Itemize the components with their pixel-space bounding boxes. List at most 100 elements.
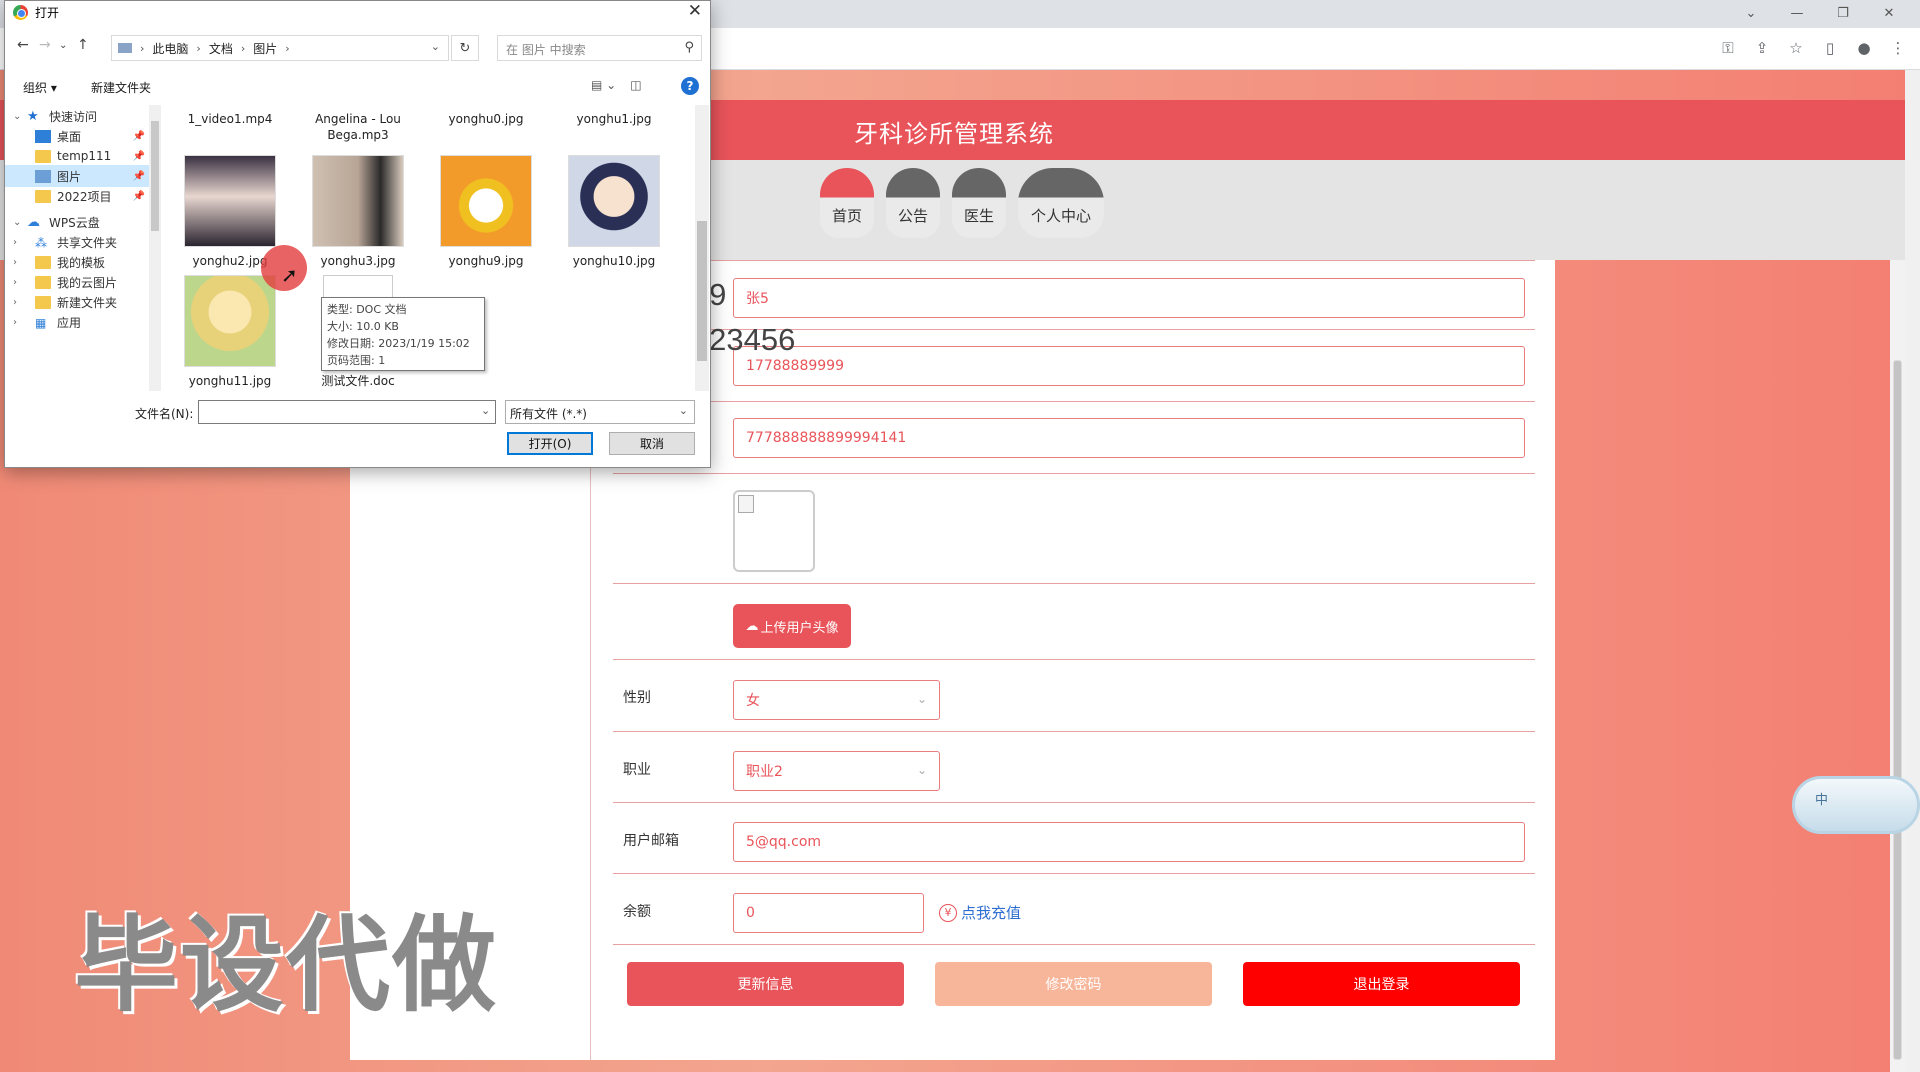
files-scrollbar[interactable] <box>695 105 709 391</box>
file-item[interactable]: yonghu1.jpg <box>559 105 669 127</box>
balance-input[interactable]: 0 <box>733 893 924 933</box>
nav-cloud-pictures[interactable]: › 我的云图片 <box>5 271 151 293</box>
nav-pictures[interactable]: 图片 📌 <box>5 165 151 187</box>
filename-dropdown-icon[interactable]: ⌄ <box>481 404 490 417</box>
up-arrow-icon[interactable]: ↑ <box>77 37 89 53</box>
floating-widget-label: 中 <box>1815 793 1829 808</box>
form-row-job: 职业 职业2 ⌄ <box>613 732 1535 803</box>
recharge-label: 点我充值 <box>961 904 1022 922</box>
chevron-down-icon: ⌄ <box>916 763 927 777</box>
recent-chevron-icon[interactable]: ⌄ <box>59 40 67 51</box>
nav-shared-folder[interactable]: › ⁂ 共享文件夹 <box>5 231 151 253</box>
name-input[interactable]: 张5 <box>733 278 1525 318</box>
pictures-folder-icon <box>35 169 51 183</box>
nav-wps-cloud[interactable]: ⌄ ☁ WPS云盘 <box>5 211 151 233</box>
refresh-icon[interactable]: ↻ <box>451 35 479 61</box>
file-item[interactable]: yonghu10.jpg <box>559 155 669 269</box>
close-icon[interactable]: ✕ <box>688 1 702 21</box>
menu-icon[interactable]: ⋮ <box>1886 36 1910 60</box>
logout-button[interactable]: 退出登录 <box>1243 962 1520 1006</box>
nav-desktop[interactable]: 桌面 📌 <box>5 125 151 147</box>
forward-arrow-icon[interactable]: → <box>39 37 51 53</box>
profile-card: 张5 17788889999 777888888899994141 ☁ 上传用户… <box>590 260 1555 1060</box>
cloud-icon: ☁ <box>27 214 40 230</box>
yen-icon: ¥ <box>939 903 957 922</box>
dialog-title-bar: 打开 ✕ <box>5 1 710 25</box>
site-title: 牙科诊所管理系统 <box>854 120 1054 148</box>
breadcrumb-pictures[interactable]: 图片 <box>253 40 277 57</box>
open-button[interactable]: 打开(O) <box>507 432 593 455</box>
form-row-upload: ☁ 上传用户头像 <box>613 584 1535 660</box>
filename-input[interactable] <box>198 400 496 424</box>
update-info-button[interactable]: 更新信息 <box>627 962 904 1006</box>
file-item[interactable]: yonghu9.jpg <box>431 155 541 269</box>
file-item[interactable]: yonghu3.jpg <box>303 155 413 269</box>
idcard-input[interactable]: 777888888899994141 <box>733 418 1525 458</box>
nav-scrollbar[interactable] <box>149 105 161 391</box>
floating-widget[interactable]: 中 <box>1792 776 1920 834</box>
nav-home[interactable]: 首页 <box>820 168 874 238</box>
organize-menu[interactable]: 组织 ▾ <box>23 79 57 96</box>
dialog-command-bar: 组织 ▾ 新建文件夹 ▤ ⌄ ◫ ? <box>5 73 710 101</box>
breadcrumb-pc[interactable]: 此电脑 <box>152 40 188 57</box>
preview-pane-icon[interactable]: ◫ <box>630 78 641 92</box>
cloud-upload-icon: ☁ <box>745 618 759 634</box>
nav-personal-center[interactable]: 个人中心 <box>1018 168 1104 238</box>
file-item[interactable]: yonghu0.jpg <box>431 105 541 127</box>
chevron-down-icon: ⌄ <box>678 404 688 417</box>
upload-avatar-button[interactable]: ☁ 上传用户头像 <box>733 604 851 648</box>
nav-doctor[interactable]: 医生 <box>952 168 1006 238</box>
nav-new-folder[interactable]: › 新建文件夹 <box>5 291 151 313</box>
star-icon[interactable]: ☆ <box>1784 36 1808 60</box>
image-thumbnail <box>568 155 660 247</box>
key-icon[interactable]: ⚿ <box>1716 36 1740 60</box>
new-folder-button[interactable]: 新建文件夹 <box>91 79 151 96</box>
cancel-button[interactable]: 取消 <box>609 432 695 455</box>
share-icon[interactable]: ⇪ <box>1750 36 1774 60</box>
close-window-icon[interactable]: ✕ <box>1866 2 1912 24</box>
form-actions: 更新信息 修改密码 退出登录 <box>627 962 1527 1006</box>
share-folder-icon: ⁂ <box>35 235 47 250</box>
profile-icon[interactable]: ● <box>1852 36 1876 60</box>
job-select[interactable]: 职业2 ⌄ <box>733 751 940 791</box>
email-input[interactable]: 5@qq.com <box>733 822 1525 862</box>
window-controls: ⌄ — ❐ ✕ <box>1728 2 1912 24</box>
form-row-gender: 性别 女 ⌄ <box>613 660 1535 732</box>
main-nav: 首页 公告 医生 个人中心 <box>820 168 1104 238</box>
gender-select[interactable]: 女 ⌄ <box>733 680 940 720</box>
restore-icon[interactable]: ❐ <box>1820 2 1866 24</box>
tab-search-icon[interactable]: ⌄ <box>1728 2 1774 24</box>
balance-label: 余额 <box>623 904 651 920</box>
minimize-icon[interactable]: — <box>1774 2 1820 24</box>
file-tooltip: 类型: DOC 文档 大小: 10.0 KB 修改日期: 2023/1/19 1… <box>321 297 485 371</box>
nav-apps[interactable]: › ▦ 应用 <box>5 311 151 333</box>
nav-quick-access[interactable]: ⌄ ★ 快速访问 <box>5 105 151 127</box>
dialog-search-input[interactable]: 在 图片 中搜索 ⚲ <box>497 35 702 61</box>
watermark-big-text: 毕设代做 <box>74 904 499 1026</box>
nav-2022-project[interactable]: 2022项目 📌 <box>5 185 151 207</box>
address-dropdown-icon[interactable]: ⌄ <box>431 40 440 53</box>
view-options-icon[interactable]: ▤ ⌄ <box>591 78 616 92</box>
nav-notice[interactable]: 公告 <box>886 168 940 238</box>
filetype-select[interactable]: 所有文件 (*.*) ⌄ <box>505 400 695 424</box>
form-row-balance: 余额 0 ¥ 点我充值 <box>613 874 1535 945</box>
help-icon[interactable]: ? <box>681 77 699 95</box>
nav-my-templates[interactable]: › 我的模板 <box>5 251 151 273</box>
nav-temp111[interactable]: temp111 📌 <box>5 145 151 167</box>
pin-icon: 📌 <box>132 190 145 202</box>
page-scrollbar[interactable] <box>1890 260 1905 1072</box>
dialog-address-bar: ← → ⌄ ↑ › 此电脑 › 文档 › 图片 › ⌄ ↻ 在 图片 中搜索 ⚲ <box>5 29 710 65</box>
filetype-value: 所有文件 (*.*) <box>510 407 587 421</box>
sidebar-icon[interactable]: ▯ <box>1818 36 1842 60</box>
file-item[interactable]: yonghu11.jpg <box>175 275 285 389</box>
file-item[interactable]: Angelina - Lou Bega.mp3 <box>303 105 413 143</box>
phone-input[interactable]: 17788889999 <box>733 346 1525 386</box>
back-arrow-icon[interactable]: ← <box>17 37 29 53</box>
pin-icon: 📌 <box>132 170 145 182</box>
change-password-button[interactable]: 修改密码 <box>935 962 1212 1006</box>
file-item[interactable]: 1_video1.mp4 <box>175 105 285 127</box>
breadcrumb[interactable]: › 此电脑 › 文档 › 图片 › ⌄ <box>111 35 449 61</box>
recharge-link[interactable]: ¥ 点我充值 <box>939 902 1021 923</box>
breadcrumb-documents[interactable]: 文档 <box>209 40 233 57</box>
image-thumbnail <box>184 275 276 367</box>
